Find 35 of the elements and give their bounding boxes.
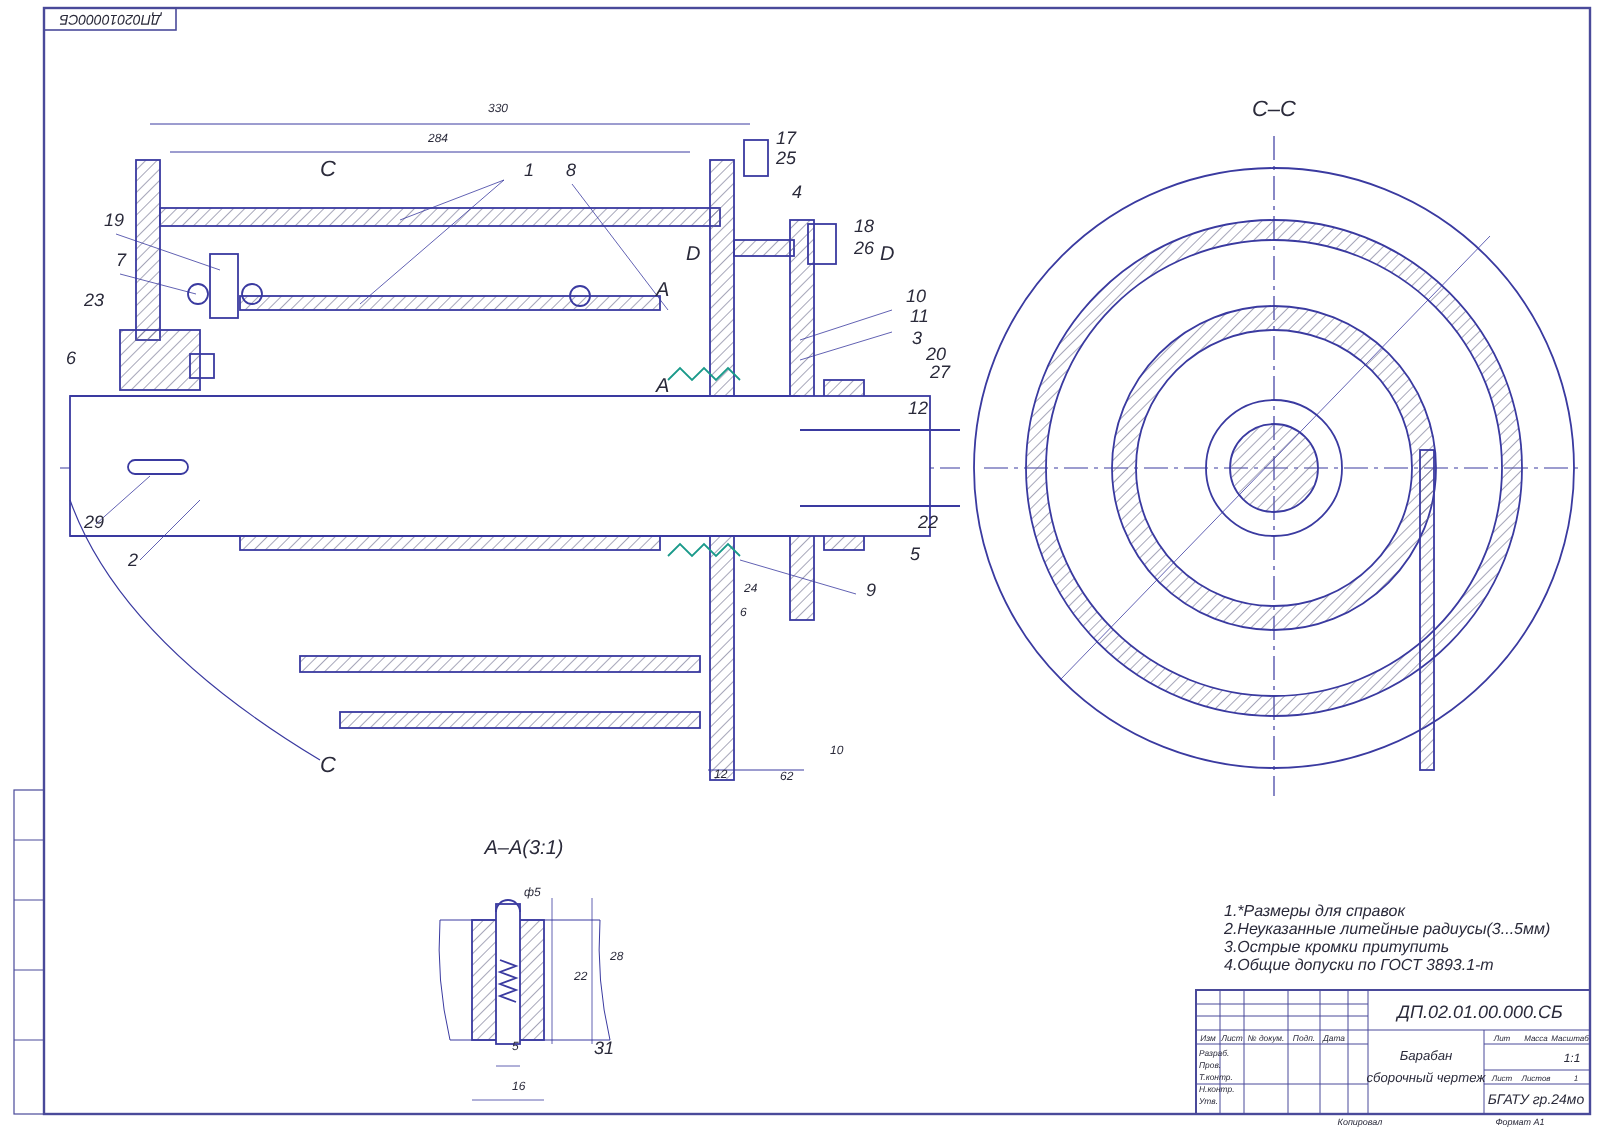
callout-number: 5 xyxy=(910,544,921,564)
callout-number: 7 xyxy=(116,250,127,270)
callout-number: 2 xyxy=(128,550,139,570)
section-title: A–A(3:1) xyxy=(484,838,564,860)
section-mark: C xyxy=(320,158,336,182)
callout-number: 3 xyxy=(912,328,923,348)
technical-note: 1.*Размеры для справок xyxy=(1224,902,1405,920)
callout-number: 1 xyxy=(524,160,535,180)
callout-number: 6 xyxy=(66,348,77,368)
technical-note: 3.Острые кромки притупить xyxy=(1224,938,1450,956)
callout-number: 4 xyxy=(792,182,803,202)
callout-number: 17 xyxy=(776,128,797,148)
section-mark: D xyxy=(686,244,701,266)
callout-number: 27 xyxy=(930,362,951,382)
technical-note: 4.Общие допуски по ГОСТ 3893.1-т xyxy=(1224,956,1494,974)
section-mark: D xyxy=(880,244,895,266)
callout-number: 11 xyxy=(910,306,929,326)
callout-number: 9 xyxy=(866,580,877,600)
callout-number: 31 xyxy=(594,1038,615,1058)
callout-number: 8 xyxy=(566,160,577,180)
callout-number: 19 xyxy=(104,210,125,230)
drawing-designation: ДП.02.01.00.000.СБ xyxy=(1397,1002,1563,1022)
callout-number: 29 xyxy=(84,512,105,532)
section-mark: A xyxy=(656,280,670,302)
technical-note: 2.Неуказанные литейные радиусы(3...5мм) xyxy=(1224,920,1551,938)
section-title: C–C xyxy=(1252,98,1296,122)
callout-number: 18 xyxy=(854,216,875,236)
callout-number: 20 xyxy=(926,344,947,364)
callout-number: 12 xyxy=(908,398,929,418)
section-mark: A xyxy=(656,376,670,398)
section-mark: C xyxy=(320,754,336,778)
callout-number: 25 xyxy=(776,148,797,168)
callout-number: 23 xyxy=(84,290,105,310)
callout-number: 10 xyxy=(906,286,927,306)
callout-number: 26 xyxy=(854,238,875,258)
